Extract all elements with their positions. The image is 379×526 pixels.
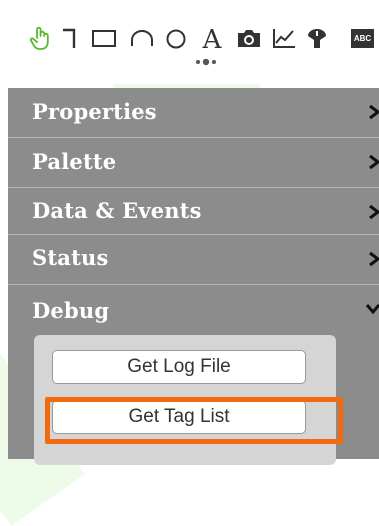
chevron-right-icon bbox=[369, 204, 379, 220]
grip-handle-icon[interactable] bbox=[194, 54, 218, 68]
section-debug: Debug Get Log File Get Tag List bbox=[8, 285, 379, 465]
text-icon[interactable]: A bbox=[196, 24, 228, 55]
connector-line-icon[interactable] bbox=[58, 24, 84, 52]
section-palette-label: Palette bbox=[32, 149, 117, 174]
section-properties-label: Properties bbox=[32, 99, 157, 124]
drawing-toolbar: A ABC bbox=[0, 0, 379, 84]
section-data-events-label: Data & Events bbox=[32, 198, 202, 223]
abc-label-icon[interactable]: ABC bbox=[338, 24, 379, 52]
chevron-right-icon bbox=[369, 104, 379, 120]
abc-label-glyph: ABC bbox=[350, 28, 375, 48]
section-palette[interactable]: Palette bbox=[8, 138, 379, 188]
section-debug-label[interactable]: Debug bbox=[32, 287, 109, 335]
get-log-file-button[interactable]: Get Log File bbox=[52, 350, 306, 384]
section-status-label: Status bbox=[32, 245, 109, 270]
get-tag-list-button[interactable]: Get Tag List bbox=[52, 400, 306, 434]
circle-icon[interactable] bbox=[162, 24, 190, 52]
hand-pointer-icon[interactable] bbox=[26, 24, 54, 52]
camera-icon[interactable] bbox=[234, 24, 264, 52]
section-status[interactable]: Status bbox=[8, 235, 379, 285]
chevron-right-icon bbox=[369, 251, 379, 267]
trend-chart-icon[interactable] bbox=[268, 24, 300, 52]
gauge-icon[interactable] bbox=[302, 24, 332, 52]
section-data-events[interactable]: Data & Events bbox=[8, 188, 379, 235]
arc-icon[interactable] bbox=[126, 24, 158, 52]
chevron-right-icon bbox=[369, 154, 379, 170]
editor-side-panel: A ABC Properties Palette Data & Events S… bbox=[0, 0, 379, 465]
rectangle-icon[interactable] bbox=[88, 24, 120, 52]
section-properties[interactable]: Properties bbox=[8, 88, 379, 138]
text-icon-glyph: A bbox=[202, 25, 222, 55]
chevron-down-icon[interactable] bbox=[365, 302, 379, 316]
